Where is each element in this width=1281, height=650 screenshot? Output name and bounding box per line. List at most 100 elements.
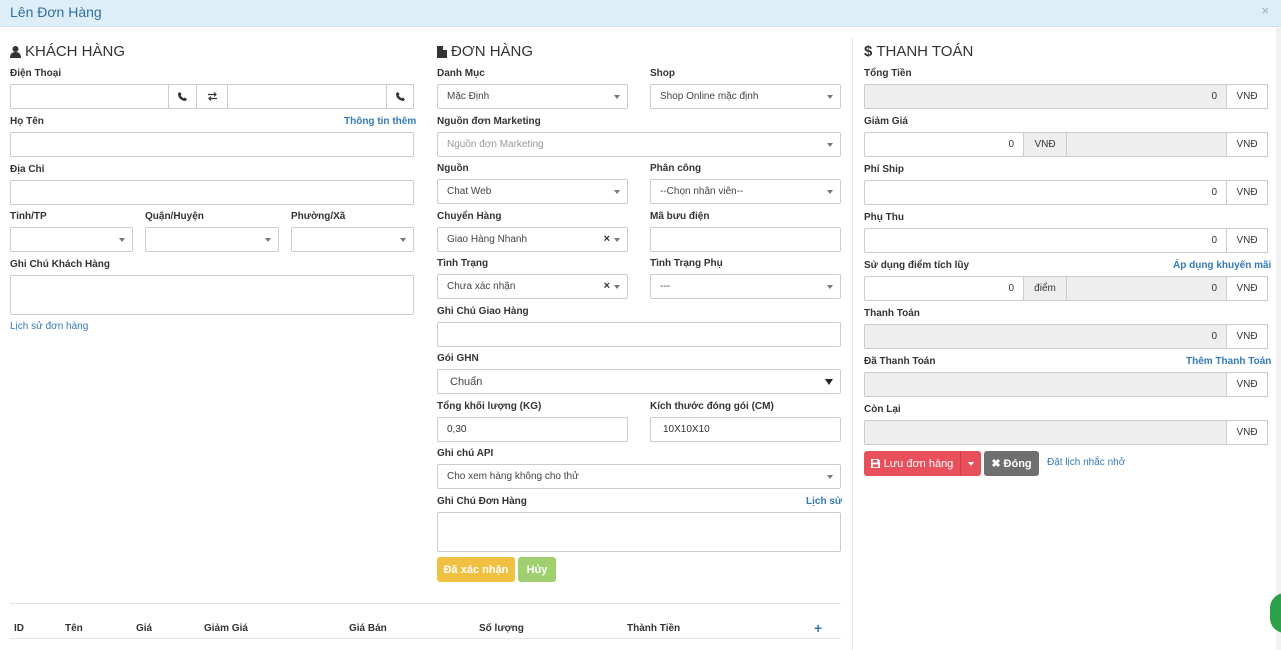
- shipping-value: Giao Hàng Nhanh: [447, 234, 528, 245]
- district-label: Quận/Huyện: [145, 211, 204, 222]
- ship-input[interactable]: 0: [864, 180, 1227, 205]
- chevron-down-icon: [400, 238, 406, 242]
- substatus-select[interactable]: ---: [650, 274, 841, 299]
- paid-label: Đã Thanh Toán: [864, 356, 936, 367]
- chat-bubble-icon[interactable]: [1270, 593, 1281, 633]
- add-product-icon[interactable]: +: [814, 620, 822, 636]
- apply-promo-link[interactable]: Áp dụng khuyến mãi: [1173, 260, 1271, 271]
- table-header-divider: [10, 638, 841, 639]
- phone-icon: [395, 92, 405, 101]
- currency-addon: VNĐ: [1226, 324, 1268, 349]
- source-label: Nguồn: [437, 163, 469, 174]
- col-price: Giá: [136, 623, 153, 634]
- chevron-down-icon: [119, 238, 125, 242]
- order-history-link[interactable]: Lịch sử đơn hàng: [10, 321, 88, 332]
- save-order-button[interactable]: Lưu đơn hàng: [864, 451, 960, 476]
- close-button[interactable]: ✖ Đóng: [984, 451, 1039, 476]
- points-label: Sử dụng điểm tích lũy: [864, 260, 970, 271]
- chevron-down-icon: [827, 143, 833, 147]
- x-icon: ✖: [991, 458, 1001, 470]
- discount-input[interactable]: 0: [864, 132, 1024, 157]
- phone-call-1-button[interactable]: [168, 84, 197, 109]
- swap-phone-button[interactable]: [196, 84, 228, 109]
- name-label: Họ Tên: [10, 116, 44, 127]
- customer-note-textarea[interactable]: [10, 275, 414, 315]
- currency-addon: VNĐ: [1226, 84, 1268, 109]
- add-payment-link[interactable]: Thêm Thanh Toán: [1186, 356, 1271, 367]
- ghn-select[interactable]: Chuẩn: [437, 369, 841, 394]
- col-discount: Giảm Giá: [204, 623, 248, 634]
- assign-select[interactable]: --Chọn nhân viên--: [650, 179, 841, 204]
- currency-addon: VNĐ: [1226, 228, 1268, 253]
- points-money-input: 0: [1066, 276, 1227, 301]
- payment-heading: THANH TOÁN: [876, 43, 974, 60]
- chevron-down-icon: [265, 238, 271, 242]
- address-input[interactable]: [10, 180, 414, 205]
- ward-label: Phường/Xã: [291, 211, 346, 222]
- cancel-order-button[interactable]: Hủy: [518, 557, 556, 582]
- assign-value: --Chọn nhân viên--: [660, 186, 744, 197]
- address-label: Địa Chỉ: [10, 164, 45, 175]
- category-select[interactable]: Mặc Định: [437, 84, 628, 109]
- shop-select[interactable]: Shop Online mặc định: [650, 84, 841, 109]
- total-input: 0: [864, 84, 1227, 109]
- delivery-note-label: Ghi Chú Giao Hàng: [437, 306, 529, 317]
- file-icon: [437, 45, 447, 58]
- save-order-label: Lưu đơn hàng: [883, 457, 954, 470]
- shop-value: Shop Online mặc định: [660, 91, 759, 102]
- clear-icon[interactable]: ×: [604, 280, 610, 292]
- dollar-icon: $: [864, 43, 873, 60]
- order-note-label: Ghi Chú Đơn Hàng: [437, 496, 527, 507]
- order-history-short-link[interactable]: Lịch sử: [806, 496, 842, 507]
- phone-call-2-button[interactable]: [386, 84, 414, 109]
- discount-amount-input: [1066, 132, 1227, 157]
- weight-label: Tổng khối lượng (KG): [437, 401, 542, 412]
- marketing-placeholder: Nguồn đơn Marketing: [447, 139, 544, 150]
- size-label: Kích thước đóng gói (CM): [650, 401, 774, 412]
- phone-label: Điện Thoại: [10, 68, 62, 79]
- save-icon: [870, 459, 880, 468]
- surcharge-input[interactable]: 0: [864, 228, 1227, 253]
- close-icon[interactable]: ×: [1261, 3, 1269, 18]
- shipping-select[interactable]: Giao Hàng Nhanh ×: [437, 227, 628, 252]
- status-select[interactable]: Chưa xác nhận ×: [437, 274, 628, 299]
- order-note-textarea[interactable]: [437, 512, 841, 552]
- clear-icon[interactable]: ×: [604, 233, 610, 245]
- postcode-label: Mã bưu điện: [650, 211, 710, 222]
- col-quantity: Số lượng: [479, 623, 524, 634]
- table-top-divider: [10, 603, 841, 604]
- currency-addon: VNĐ: [1226, 420, 1268, 445]
- weight-input[interactable]: 0,30: [437, 417, 628, 442]
- phone1-input[interactable]: [10, 84, 169, 109]
- save-dropdown-toggle[interactable]: [960, 451, 981, 476]
- api-note-select[interactable]: Cho xem hàng không cho thử: [437, 464, 841, 489]
- delivery-note-input[interactable]: [437, 322, 841, 347]
- source-value: Chat Web: [447, 186, 492, 197]
- more-info-link[interactable]: Thông tin thêm: [344, 116, 416, 127]
- phone2-input[interactable]: [227, 84, 387, 109]
- points-input[interactable]: 0: [864, 276, 1024, 301]
- discount-currency-addon: VNĐ: [1023, 132, 1067, 157]
- phone-icon: [178, 92, 187, 101]
- name-input[interactable]: [10, 132, 414, 157]
- confirmed-button[interactable]: Đã xác nhận: [437, 557, 515, 582]
- marketing-select[interactable]: Nguồn đơn Marketing: [437, 132, 841, 157]
- chevron-down-icon: [614, 285, 620, 289]
- marketing-label: Nguồn đơn Marketing: [437, 116, 541, 127]
- ghn-label: Gói GHN: [437, 353, 479, 364]
- district-select[interactable]: [145, 227, 279, 252]
- surcharge-label: Phụ Thu: [864, 212, 904, 223]
- source-select[interactable]: Chat Web: [437, 179, 628, 204]
- set-reminder-link[interactable]: Đặt lịch nhắc nhở: [1047, 457, 1125, 468]
- province-label: Tỉnh/TP: [10, 211, 47, 222]
- province-select[interactable]: [10, 227, 133, 252]
- postcode-input[interactable]: [650, 227, 841, 252]
- category-value: Mặc Định: [447, 91, 490, 102]
- payment-section-title: $ THANH TOÁN: [864, 43, 973, 60]
- substatus-value: ---: [660, 281, 670, 292]
- chevron-down-icon: [614, 190, 620, 194]
- scrollbar-track[interactable]: [1276, 28, 1281, 650]
- chevron-down-icon: [827, 95, 833, 99]
- size-input[interactable]: 10X10X10: [650, 417, 841, 442]
- ward-select[interactable]: [291, 227, 414, 252]
